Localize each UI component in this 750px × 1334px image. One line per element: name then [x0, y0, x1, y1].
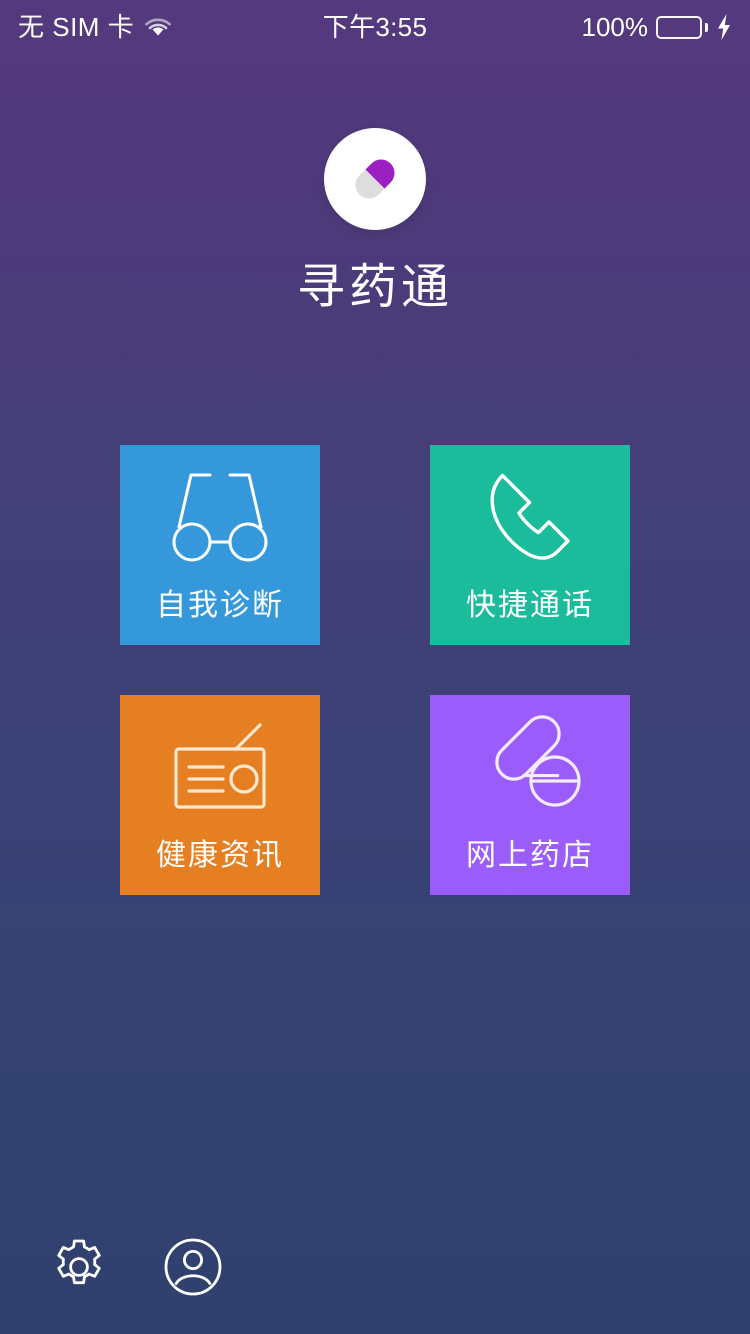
carrier-label: 无 SIM 卡: [18, 12, 135, 42]
profile-button[interactable]: [162, 1236, 224, 1298]
battery-percent-label: 100%: [581, 12, 649, 42]
tile-label-self-diagnosis: 自我诊断: [156, 589, 284, 622]
tile-self-diagnosis[interactable]: 自我诊断: [120, 445, 320, 645]
tile-health-news[interactable]: 健康资讯: [120, 695, 320, 895]
pill-capsule-logo: [324, 128, 426, 230]
clock-label: 下午3:55: [322, 12, 428, 42]
radio-icon: [166, 717, 274, 817]
settings-button[interactable]: [48, 1236, 110, 1298]
bottom-toolbar: [0, 1222, 750, 1312]
wifi-icon: [143, 16, 173, 38]
user-account-icon: [163, 1237, 223, 1297]
app-screen: 无 SIM 卡 下午3:55 100% 寻药通 自我诊断 快捷通话 健康资讯 网…: [0, 0, 750, 1334]
pills-icon: [476, 715, 584, 817]
battery-icon: [656, 15, 708, 39]
status-bar: 无 SIM 卡 下午3:55 100%: [0, 0, 750, 54]
tile-online-pharmacy[interactable]: 网上药店: [430, 695, 630, 895]
branding-block: 寻药通: [0, 128, 750, 312]
feature-tile-grid: 自我诊断 快捷通话 健康资讯 网上药店: [120, 445, 630, 895]
lightning-bolt-icon: [716, 14, 732, 40]
tile-label-health-news: 健康资讯: [156, 839, 284, 872]
phone-handset-icon: [476, 467, 584, 567]
tile-quick-call[interactable]: 快捷通话: [430, 445, 630, 645]
tile-label-online-pharmacy: 网上药店: [466, 839, 594, 872]
app-title: 寻药通: [296, 261, 453, 314]
status-bar-right: 100%: [427, 14, 732, 40]
status-bar-left: 无 SIM 卡: [18, 14, 323, 40]
tile-label-quick-call: 快捷通话: [466, 589, 594, 622]
stethoscope-glasses-icon: [166, 467, 274, 567]
status-bar-center: 下午3:55: [323, 14, 427, 40]
gear-icon: [49, 1237, 109, 1297]
